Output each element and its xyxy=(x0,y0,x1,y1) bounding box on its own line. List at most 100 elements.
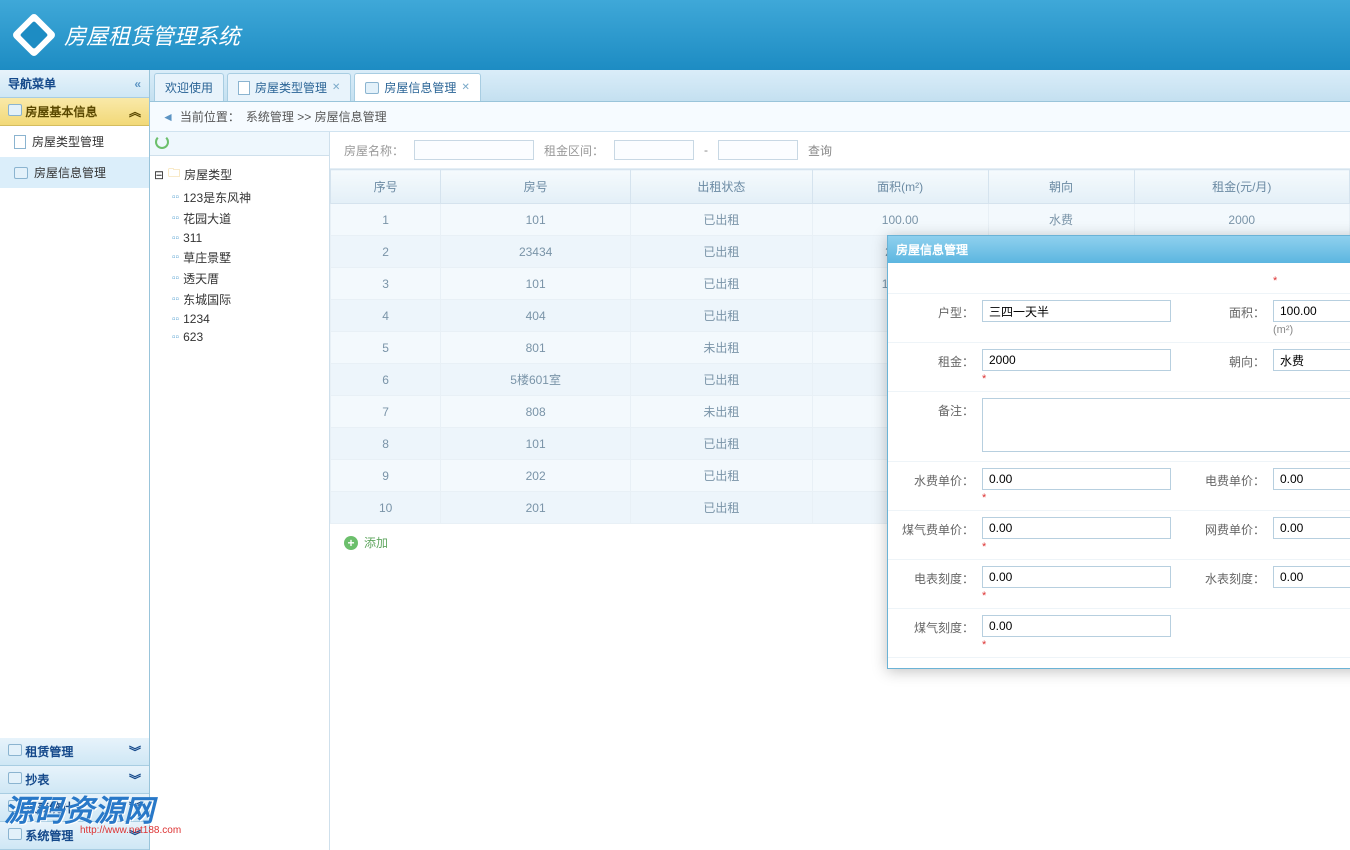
search-range-to[interactable] xyxy=(718,140,798,160)
input-meiqikedu[interactable] xyxy=(982,615,1171,637)
chevron-up-icon: ︽ xyxy=(129,103,141,120)
nav-section-report[interactable]: 报表统计 ︾ xyxy=(0,794,149,822)
field-label-wangfei: 网费单价： xyxy=(1187,517,1265,538)
input-chaoxiang[interactable] xyxy=(1273,349,1350,371)
tree-leaf[interactable]: ▫▫花园大道 xyxy=(172,208,325,229)
input-dianbiao[interactable] xyxy=(982,566,1171,588)
input-shuibiao[interactable] xyxy=(1273,566,1350,588)
column-header[interactable]: 房号 xyxy=(441,170,631,204)
close-icon[interactable]: ✕ xyxy=(332,82,340,93)
nav-item-label: 房屋信息管理 xyxy=(34,164,106,181)
input-mianji[interactable] xyxy=(1273,300,1350,322)
column-header[interactable]: 朝向 xyxy=(988,170,1134,204)
tab-welcome[interactable]: 欢迎使用 xyxy=(154,73,224,101)
table-cell: 已出租 xyxy=(631,236,813,268)
arrow-icon: ◄ xyxy=(162,110,174,124)
field-label-meiqi: 煤气费单价： xyxy=(896,517,974,538)
tree-panel: ⊟ 🗀 房屋类型 ▫▫123是东风神▫▫花园大道▫▫311▫▫草庄景墅▫▫透天厝… xyxy=(150,132,330,850)
leaf-icon: ▫▫ xyxy=(172,252,179,263)
unit-label: (m²) xyxy=(1273,324,1350,336)
table-cell: 5 xyxy=(331,332,441,364)
column-header[interactable]: 序号 xyxy=(331,170,441,204)
table-cell: 5楼601室 xyxy=(441,364,631,396)
tree-leaf[interactable]: ▫▫311 xyxy=(172,229,325,247)
query-button[interactable]: 查询 xyxy=(808,142,832,159)
minus-icon[interactable]: ⊟ xyxy=(154,168,164,182)
table-cell: 已出租 xyxy=(631,300,813,332)
tree-leaf[interactable]: ▫▫1234 xyxy=(172,310,325,328)
tree-leaf[interactable]: ▫▫透天厝 xyxy=(172,268,325,289)
app-header: 房屋租赁管理系统 xyxy=(0,0,1350,70)
nav-section-houseinfo[interactable]: 房屋基本信息 ︽ xyxy=(0,98,149,126)
tree-root[interactable]: ⊟ 🗀 房屋类型 xyxy=(154,162,325,187)
nav-item-label: 房屋类型管理 xyxy=(32,133,104,150)
tree-body: ⊟ 🗀 房屋类型 ▫▫123是东风神▫▫花园大道▫▫311▫▫草庄景墅▫▫透天厝… xyxy=(150,156,329,850)
nav-section-meter[interactable]: 抄表 ︾ xyxy=(0,766,149,794)
book-icon xyxy=(8,772,22,784)
field-label-shuifei: 水费单价： xyxy=(896,468,974,489)
input-huxing[interactable] xyxy=(982,300,1171,322)
nav-item-housetype[interactable]: 房屋类型管理 xyxy=(0,126,149,157)
breadcrumb: ◄ 当前位置： 系统管理 >> 房屋信息管理 xyxy=(150,102,1350,132)
field-label-shuibiao: 水表刻度： xyxy=(1187,566,1265,587)
refresh-icon[interactable] xyxy=(155,135,169,149)
tree-toolbar xyxy=(150,132,329,156)
breadcrumb-prefix: 当前位置： xyxy=(180,108,240,125)
table-cell: 100.00 xyxy=(812,204,988,236)
field-label-meiqikedu: 煤气刻度： xyxy=(896,615,974,636)
input-wangfei[interactable] xyxy=(1273,517,1350,539)
collapse-icon[interactable]: « xyxy=(134,77,141,91)
tree-leaf-label: 623 xyxy=(183,330,203,344)
table-cell: 已出租 xyxy=(631,460,813,492)
book-icon xyxy=(8,800,22,812)
textarea-beizhu[interactable] xyxy=(982,398,1350,452)
column-header[interactable]: 出租状态 xyxy=(631,170,813,204)
input-meiqi[interactable] xyxy=(982,517,1171,539)
table-cell: 已出租 xyxy=(631,492,813,524)
nav-header-label: 导航菜单 xyxy=(8,75,56,92)
chevron-down-icon: ︾ xyxy=(129,771,141,788)
table-cell: 201 xyxy=(441,492,631,524)
tree-leaf[interactable]: ▫▫ 623 xyxy=(172,328,325,346)
table-row[interactable]: 1101已出租100.00水费2000 xyxy=(331,204,1350,236)
leaf-icon: ▫▫ xyxy=(172,332,179,343)
tree-leaf-label: 透天厝 xyxy=(183,270,219,287)
nav-section-lease[interactable]: 租赁管理 ︾ xyxy=(0,738,149,766)
column-header[interactable]: 面积(m²) xyxy=(812,170,988,204)
table-cell: 801 xyxy=(441,332,631,364)
table-cell: 101 xyxy=(441,428,631,460)
nav-section-label: 抄表 xyxy=(25,773,49,787)
table-cell: 404 xyxy=(441,300,631,332)
modal-houseinfo: 房屋信息管理 — □ ✕ * 户型： 面积：(m²) 租金：* xyxy=(887,235,1350,669)
field-label-mianji: 面积： xyxy=(1187,300,1265,321)
nav-section-label: 租赁管理 xyxy=(25,745,73,759)
modal-title-bar[interactable]: 房屋信息管理 — □ ✕ xyxy=(888,236,1350,263)
nav-item-houseinfo[interactable]: 房屋信息管理 xyxy=(0,157,149,188)
book-icon xyxy=(8,828,22,840)
table-cell: 1 xyxy=(331,204,441,236)
nav-section-system[interactable]: 系统管理 ︾ xyxy=(0,822,149,850)
tree-leaf[interactable]: ▫▫123是东风神 xyxy=(172,187,325,208)
tab-housetype[interactable]: 房屋类型管理✕ xyxy=(227,73,351,101)
tab-houseinfo[interactable]: 房屋信息管理✕ xyxy=(354,73,480,101)
chevron-down-icon: ︾ xyxy=(129,799,141,816)
column-header[interactable]: 租金(元/月) xyxy=(1134,170,1350,204)
search-name-input[interactable] xyxy=(414,140,534,160)
input-dianfei[interactable] xyxy=(1273,468,1350,490)
nav-section-label: 系统管理 xyxy=(25,829,73,843)
table-cell: 808 xyxy=(441,396,631,428)
table-cell: 6 xyxy=(331,364,441,396)
table-cell: 3 xyxy=(331,268,441,300)
tree-leaf-label: 东城国际 xyxy=(183,291,231,308)
search-range-from[interactable] xyxy=(614,140,694,160)
tree-leaf[interactable]: ▫▫草庄景墅 xyxy=(172,247,325,268)
close-icon[interactable]: ✕ xyxy=(461,82,469,93)
table-cell: 9 xyxy=(331,460,441,492)
required-marker: * xyxy=(982,541,1171,553)
input-zujin[interactable] xyxy=(982,349,1171,371)
tree-leaf[interactable]: ▫▫东城国际 xyxy=(172,289,325,310)
field-label-chaoxiang: 朝向： xyxy=(1187,349,1265,370)
plus-icon: + xyxy=(344,536,358,550)
table-cell: 101 xyxy=(441,268,631,300)
input-shuifei[interactable] xyxy=(982,468,1171,490)
